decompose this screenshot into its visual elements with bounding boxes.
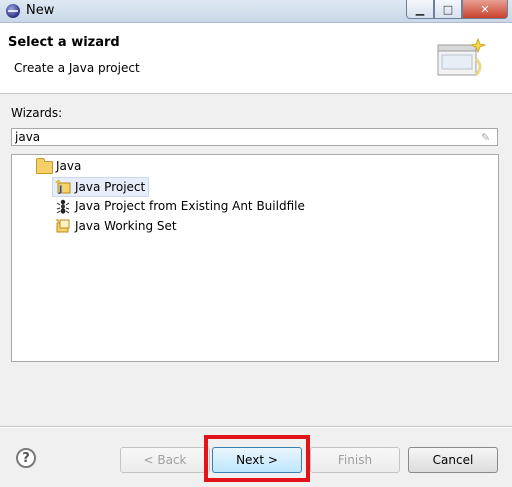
window-title: New — [26, 3, 55, 18]
working-set-icon — [55, 218, 71, 234]
tree-item-java-project[interactable]: J Java Project — [52, 177, 150, 197]
back-button[interactable]: < Back — [120, 447, 210, 473]
tree-item-label: Java Project from Existing Ant Buildfile — [75, 199, 305, 213]
wizard-filter-input[interactable] — [11, 128, 498, 146]
folder-open-icon — [36, 158, 53, 174]
svg-text:J: J — [58, 185, 62, 195]
finish-button[interactable]: Finish — [310, 447, 400, 473]
tree-item-label: Java Project — [75, 180, 146, 194]
window-controls: ▁ □ ✕ — [406, 0, 508, 19]
eclipse-icon — [6, 4, 20, 18]
java-project-icon: J — [55, 179, 71, 195]
maximize-button[interactable]: □ — [434, 0, 462, 19]
wizard-header: Select a wizard Create a Java project — [0, 23, 512, 94]
tree-folder-java[interactable]: Java — [36, 157, 81, 175]
tree-item-working-set[interactable]: Java Working Set — [55, 217, 177, 235]
wizards-label: Wizards: — [11, 106, 63, 120]
clear-filter-icon[interactable]: ✎ — [481, 131, 493, 144]
page-title: Select a wizard — [8, 35, 120, 50]
new-wizard-icon — [437, 37, 486, 77]
title-bar: New ▁ □ ✕ — [0, 0, 512, 23]
divider-highlight — [0, 427, 512, 428]
cancel-button[interactable]: Cancel — [408, 447, 498, 473]
close-button[interactable]: ✕ — [462, 0, 508, 19]
page-subtitle: Create a Java project — [14, 61, 140, 75]
highlight-annotation — [204, 435, 310, 482]
tree-folder-label: Java — [56, 159, 82, 173]
wizard-tree[interactable]: Java J Java Project Java Project from Ex… — [11, 154, 499, 362]
ant-icon — [55, 198, 71, 214]
help-icon[interactable]: ? — [16, 448, 36, 468]
tree-item-ant-buildfile[interactable]: Java Project from Existing Ant Buildfile — [55, 197, 305, 215]
tree-item-label: Java Working Set — [75, 219, 177, 233]
minimize-button[interactable]: ▁ — [406, 0, 434, 19]
